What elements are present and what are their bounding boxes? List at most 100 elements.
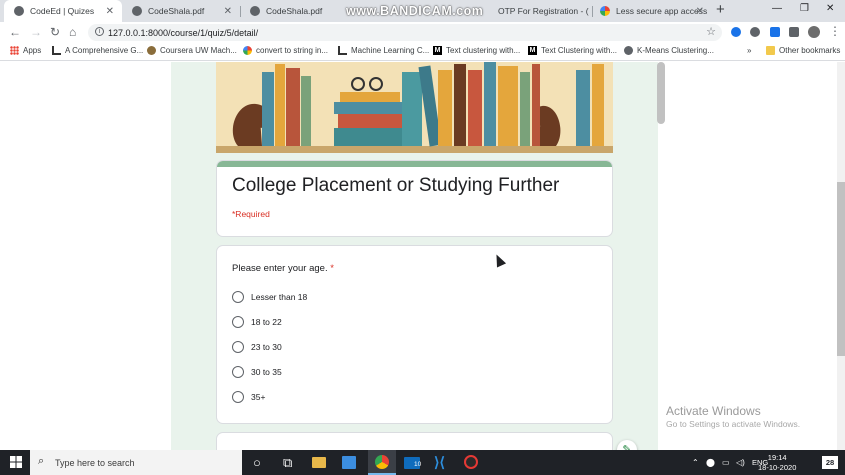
back-icon[interactable]: ←: [9, 25, 21, 39]
bookmark-label: A Comprehensive G...: [65, 46, 144, 55]
restore-icon[interactable]: ❐: [800, 3, 809, 14]
puzzle-icon[interactable]: [789, 27, 799, 37]
chrome-taskbar-icon[interactable]: [368, 450, 396, 475]
page-scrollbar-thumb[interactable]: [837, 182, 845, 356]
radio-button[interactable]: [232, 391, 244, 403]
menu-icon[interactable]: ⋮: [829, 24, 841, 38]
tab-less-secure[interactable]: Less secure app access ✕: [594, 0, 712, 22]
vscode-icon[interactable]: ⟩⟨: [434, 454, 445, 471]
activate-windows-title: Activate Windows: [666, 404, 761, 418]
system-clock[interactable]: 19:14 18-10-2020: [758, 453, 796, 473]
close-icon[interactable]: ✕: [106, 6, 114, 17]
volume-icon[interactable]: ◁): [736, 458, 745, 467]
chart-icon: [338, 46, 347, 55]
clock-time: 19:14: [767, 453, 787, 462]
mail-badge: 10: [414, 461, 422, 468]
bookmark-label: K-Means Clustering...: [637, 46, 714, 55]
bookmark-item[interactable]: A Comprehensive G...: [52, 46, 143, 55]
mail-icon[interactable]: 10: [404, 457, 422, 469]
search-placeholder: Type here to search: [55, 457, 135, 468]
star-icon[interactable]: ☆: [706, 25, 716, 38]
bookmark-label: convert to string in...: [256, 46, 329, 55]
tab-codeshala-1[interactable]: CodeShala.pdf ✕: [122, 0, 240, 22]
tab-title: OTP For Registration - (: [498, 6, 589, 16]
home-icon[interactable]: ⌂: [69, 25, 76, 39]
radio-button[interactable]: [232, 341, 244, 353]
tray-app-icon[interactable]: ⬤: [706, 458, 715, 467]
cortana-icon[interactable]: ○: [253, 455, 261, 470]
file-explorer-icon[interactable]: [312, 457, 326, 468]
other-bookmarks[interactable]: Other bookmarks: [766, 46, 840, 55]
minimize-icon[interactable]: —: [772, 3, 782, 14]
new-tab-icon[interactable]: +: [716, 1, 725, 18]
page-content: College Placement or Studying Further *R…: [0, 62, 845, 450]
bandicam-watermark: www.BANDICAM.com: [346, 4, 484, 18]
folder-icon: [766, 46, 775, 55]
bookmark-apps[interactable]: Apps: [10, 46, 41, 55]
medium-icon: M: [528, 46, 537, 55]
bookmark-item[interactable]: convert to string in...: [243, 46, 328, 55]
bookmark-item[interactable]: M Text Clustering with...: [528, 46, 617, 55]
tab-title: CodeShala.pdf: [148, 6, 205, 16]
option-23-to-30[interactable]: 23 to 30: [232, 341, 282, 353]
avatar[interactable]: [808, 26, 820, 38]
extension-icon[interactable]: [770, 27, 780, 37]
bookmark-label: Coursera UW Mach...: [160, 46, 237, 55]
medium-icon: M: [433, 46, 442, 55]
option-label: 35+: [251, 392, 266, 402]
option-label: 30 to 35: [251, 367, 282, 377]
address-bar[interactable]: i 127.0.0.1:8000/course/1/quiz/5/detail/…: [88, 24, 722, 41]
extension-icon[interactable]: [731, 27, 741, 37]
tab-codeshala-2[interactable]: CodeShala.pdf: [240, 0, 358, 22]
option-18-to-22[interactable]: 18 to 22: [232, 316, 282, 328]
close-icon[interactable]: ✕: [696, 6, 704, 17]
tray-chevron-icon[interactable]: ⌃: [692, 458, 699, 467]
notifications-icon[interactable]: 28: [822, 456, 838, 469]
tab-codeed-quizes[interactable]: CodeEd | Quizes ✕: [4, 0, 122, 22]
tab-title: CodeEd | Quizes: [30, 6, 95, 16]
bookmark-label: Machine Learning C...: [351, 46, 430, 55]
question-card: Please enter your age. * Lesser than 18 …: [216, 245, 613, 424]
forward-icon[interactable]: →: [30, 25, 42, 39]
option-30-to-35[interactable]: 30 to 35: [232, 366, 282, 378]
bandicam-record-icon[interactable]: [464, 455, 478, 469]
google-icon: [600, 6, 610, 16]
bookmark-item[interactable]: K-Means Clustering...: [624, 46, 714, 55]
globe-icon: [624, 46, 633, 55]
apps-icon: [10, 46, 19, 55]
google-icon: [243, 46, 252, 55]
bookmark-item[interactable]: Coursera UW Mach...: [147, 46, 237, 55]
close-icon[interactable]: ✕: [224, 6, 232, 17]
close-window-icon[interactable]: ✕: [826, 3, 834, 14]
store-icon[interactable]: [342, 456, 356, 469]
windows-start-icon[interactable]: [10, 456, 22, 471]
accent-bar: [217, 161, 612, 167]
required-note: *Required: [232, 209, 270, 219]
search-icon: ⌕: [38, 455, 45, 467]
extension-icon[interactable]: [750, 27, 760, 37]
radio-button[interactable]: [232, 291, 244, 303]
task-view-icon[interactable]: ⧉: [283, 455, 292, 471]
info-icon[interactable]: i: [95, 27, 104, 36]
radio-button[interactable]: [232, 366, 244, 378]
bookmark-label: Text Clustering with...: [541, 46, 618, 55]
radio-button[interactable]: [232, 316, 244, 328]
bookmark-item[interactable]: M Text clustering with...: [433, 46, 520, 55]
globe-icon: [14, 6, 24, 16]
required-marker: *: [330, 263, 334, 274]
bookmark-label: Other bookmarks: [779, 46, 841, 55]
tab-separator: [592, 6, 593, 17]
battery-icon[interactable]: ▭: [722, 458, 730, 467]
option-lesser-than-18[interactable]: Lesser than 18: [232, 291, 307, 303]
bookmark-item[interactable]: Machine Learning C...: [338, 46, 429, 55]
form-scrollbar[interactable]: [657, 62, 665, 124]
reload-icon[interactable]: ↻: [50, 25, 60, 39]
tab-otp[interactable]: OTP For Registration - (: [490, 0, 590, 22]
globe-icon: [132, 6, 142, 16]
taskbar-search-input[interactable]: ⌕ Type here to search: [30, 450, 242, 475]
toolbar: ← → ↻ ⌂ i 127.0.0.1:8000/course/1/quiz/5…: [0, 22, 845, 42]
option-35-plus[interactable]: 35+: [232, 391, 265, 403]
clock-date: 18-10-2020: [758, 463, 797, 472]
bookmarks-overflow[interactable]: »: [747, 46, 751, 55]
form-title: College Placement or Studying Further: [232, 175, 560, 196]
